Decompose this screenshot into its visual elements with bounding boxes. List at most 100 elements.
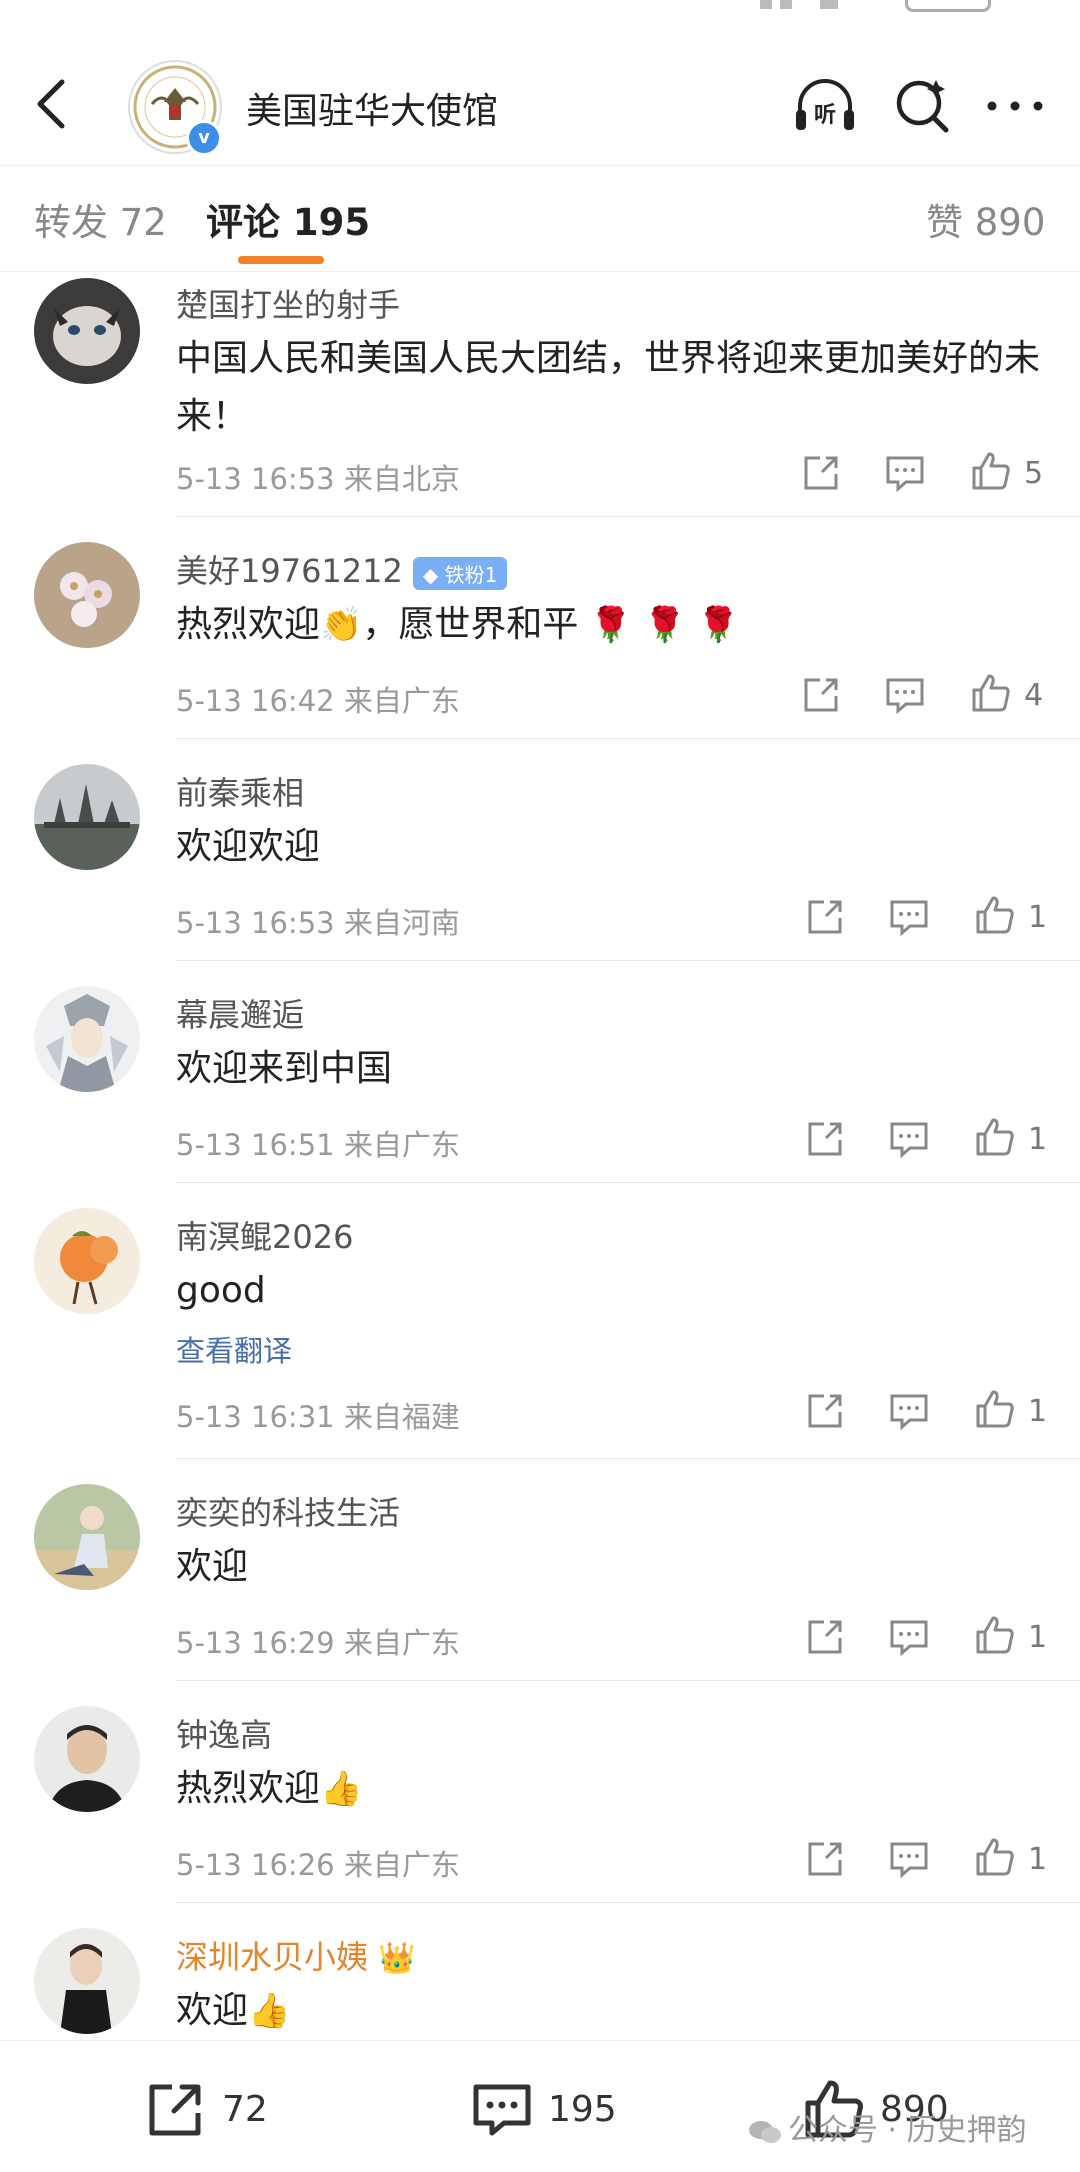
- divider: [176, 1182, 1080, 1183]
- fan-badge-label: 铁粉1: [444, 562, 498, 587]
- share-button[interactable]: [800, 674, 842, 716]
- commenter-avatar[interactable]: [34, 542, 140, 648]
- share-icon: [808, 1122, 842, 1156]
- comment-text-part: 热烈欢迎: [176, 604, 321, 645]
- divider: [176, 1680, 1080, 1681]
- page-title: 美国驻华大使馆: [246, 91, 499, 132]
- commenter-name[interactable]: 美好19761212 ◆ 铁粉1: [176, 546, 508, 592]
- divider: [176, 960, 1080, 961]
- share-icon: [804, 678, 838, 712]
- reply-button[interactable]: [884, 452, 926, 494]
- share-button[interactable]: [804, 1616, 846, 1658]
- commenter-name-text: 深圳水贝小姨: [176, 1938, 369, 1976]
- listen-button[interactable]: 听: [790, 70, 860, 140]
- comment-text: 欢迎欢迎: [176, 826, 321, 867]
- like-button[interactable]: [974, 1388, 1016, 1430]
- share-icon: [808, 1394, 842, 1428]
- more-dots-icon: [987, 101, 1043, 111]
- commenter-name[interactable]: 楚国打坐的射手: [176, 280, 400, 326]
- share-icon: [149, 2084, 201, 2136]
- like-count: 1: [1028, 900, 1048, 935]
- watermark: 公众号 · 历史押韵: [748, 2105, 1027, 2149]
- reply-button[interactable]: [888, 1390, 930, 1432]
- svg-text:听: 听: [814, 103, 836, 128]
- comment-icon: [473, 2084, 531, 2136]
- reply-button[interactable]: [888, 896, 930, 938]
- search-button[interactable]: [888, 70, 958, 140]
- reply-button[interactable]: [888, 1118, 930, 1160]
- comment-action[interactable]: 195: [470, 2077, 650, 2141]
- comment-text-part: 热烈欢迎: [176, 1768, 321, 1809]
- comment-text: 中国人民和美国人民大团结，世界将迎来更加美好的未来！: [176, 338, 1041, 437]
- more-button[interactable]: [980, 70, 1050, 140]
- like-count: 4: [1024, 678, 1044, 713]
- verified-badge: v: [186, 120, 222, 156]
- view-translation-link[interactable]: 查看翻译: [176, 1328, 292, 1370]
- share-button[interactable]: [804, 1838, 846, 1880]
- divider: [176, 1458, 1080, 1459]
- commenter-avatar[interactable]: [34, 1706, 140, 1812]
- thumbs-up-icon: [976, 896, 1014, 934]
- commenter-name[interactable]: 前秦乘相: [176, 768, 304, 814]
- chevron-left-icon: [37, 79, 65, 129]
- active-tab-indicator: [238, 256, 324, 264]
- commenter-avatar[interactable]: [34, 1208, 140, 1314]
- reply-button[interactable]: [888, 1616, 930, 1658]
- like-count: 5: [1024, 456, 1044, 491]
- like-button[interactable]: [970, 450, 1012, 492]
- share-button[interactable]: [804, 896, 846, 938]
- comment-count: 195: [548, 2089, 617, 2130]
- headphones-icon: 听: [796, 79, 854, 130]
- comment-text: 欢迎: [176, 1546, 249, 1587]
- comment-icon: [890, 1394, 928, 1431]
- like-button[interactable]: [974, 1836, 1016, 1878]
- reply-button[interactable]: [884, 674, 926, 716]
- thumbs-up-icon: [976, 1390, 1014, 1428]
- top-nav-bar: v 美国驻华大使馆 听: [0, 40, 1080, 165]
- wechat-icon: [749, 2120, 781, 2143]
- share-button[interactable]: [800, 452, 842, 494]
- share-icon: [808, 1620, 842, 1654]
- commenter-avatar[interactable]: [34, 278, 140, 384]
- thumbs-up-emoji: 👍: [248, 1991, 291, 2031]
- share-button[interactable]: [804, 1390, 846, 1432]
- back-button[interactable]: [24, 76, 80, 132]
- like-button[interactable]: [974, 1116, 1016, 1158]
- thumbs-up-icon: [976, 1616, 1014, 1654]
- reply-button[interactable]: [888, 1838, 930, 1880]
- like-button[interactable]: [974, 1614, 1016, 1656]
- like-button[interactable]: [974, 894, 1016, 936]
- comment-icon: [890, 1842, 928, 1879]
- divider: [176, 516, 1080, 517]
- like-count: 1: [1028, 1394, 1048, 1429]
- comment-icon: [886, 456, 924, 493]
- clapping-hands-emoji: 👏: [320, 605, 363, 645]
- commenter-avatar[interactable]: [34, 1484, 140, 1590]
- fan-badge: ◆ 铁粉1: [412, 556, 508, 590]
- like-count: 1: [1028, 1842, 1048, 1877]
- commenter-avatar[interactable]: [34, 1928, 140, 2034]
- comment-text: 热烈欢迎👏，愿世界和平 🌹 🌹 🌹: [176, 596, 1056, 654]
- commenter-name[interactable]: 南溟鲲2026: [176, 1212, 353, 1258]
- commenter-avatar[interactable]: [34, 764, 140, 870]
- tab-repost[interactable]: 转发 72: [34, 192, 167, 246]
- commenter-name[interactable]: 钟逸高: [176, 1710, 272, 1756]
- repost-action[interactable]: 72: [144, 2077, 304, 2141]
- commenter-avatar[interactable]: [34, 986, 140, 1092]
- comment-icon: [890, 1620, 928, 1657]
- commenter-name[interactable]: 奕奕的科技生活: [176, 1488, 400, 1534]
- share-button[interactable]: [804, 1118, 846, 1160]
- tab-likes[interactable]: 赞 890: [926, 192, 1045, 246]
- watermark-text: 公众号 · 历史押韵: [788, 2113, 1027, 2148]
- tab-comments[interactable]: 评论 195: [206, 192, 370, 246]
- like-count: 1: [1028, 1620, 1048, 1655]
- repost-count: 72: [222, 2089, 268, 2130]
- divider: [176, 738, 1080, 739]
- like-button[interactable]: [970, 672, 1012, 714]
- commenter-name[interactable]: 幕晨邂逅: [176, 990, 304, 1036]
- comment-icon: [890, 1122, 928, 1159]
- comment-icon: [886, 678, 924, 715]
- crown-badge-icon: 👑: [378, 1941, 416, 1976]
- commenter-name[interactable]: 深圳水贝小姨 👑: [176, 1932, 416, 1978]
- comment-icon: [890, 900, 928, 937]
